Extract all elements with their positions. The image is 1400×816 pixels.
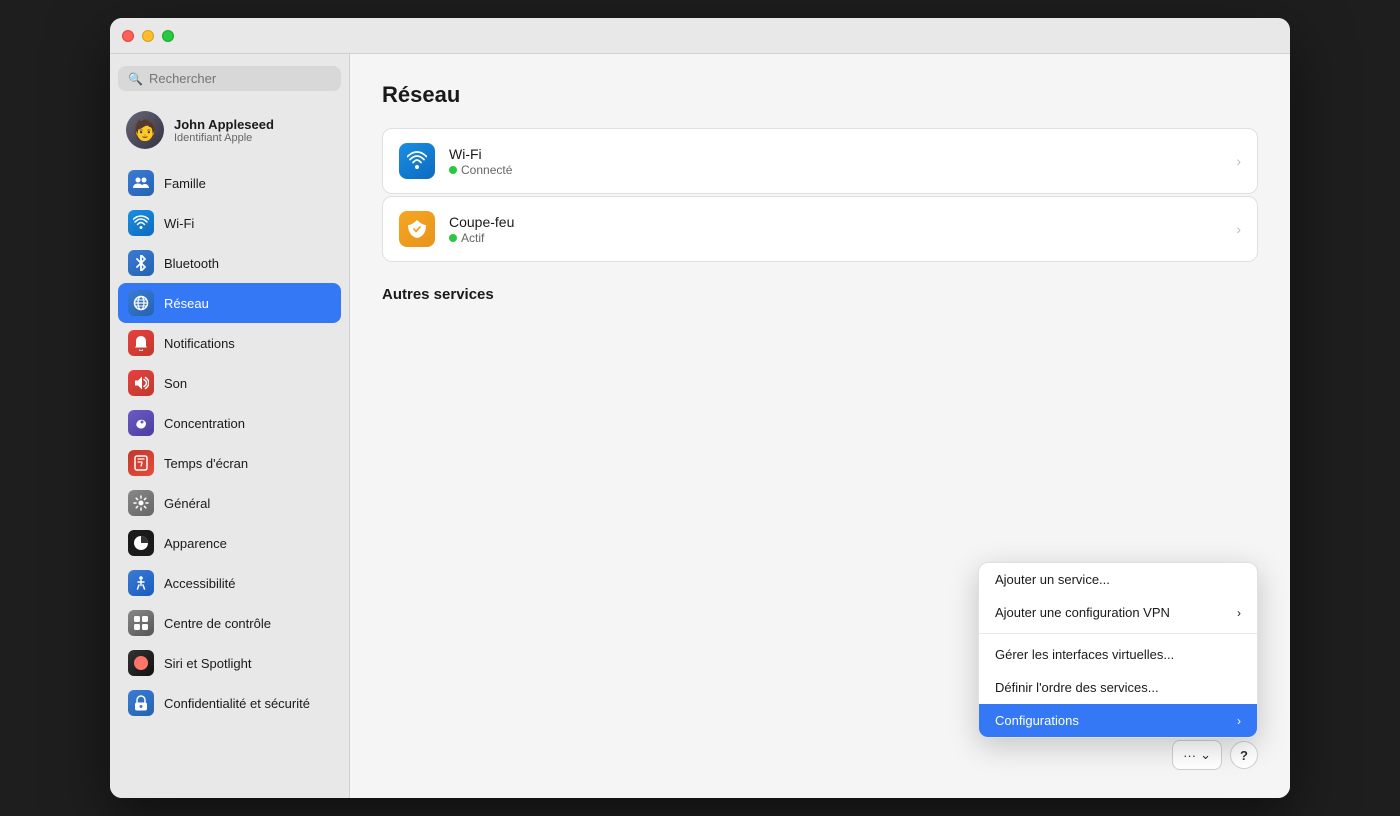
dots-label: ··· <box>1183 748 1196 763</box>
sidebar-label-siri: Siri et Spotlight <box>164 656 251 671</box>
wifi-service-status: Connecté <box>449 163 1236 177</box>
sidebar-label-apparence: Apparence <box>164 536 227 551</box>
sidebar-item-son[interactable]: Son <box>118 363 341 403</box>
siri-icon <box>128 650 154 676</box>
chevron-down-icon: ⌄ <box>1200 747 1211 763</box>
wifi-card-icon <box>399 143 435 179</box>
apparence-icon <box>128 530 154 556</box>
coupe-feu-status-dot <box>449 234 457 242</box>
sidebar-label-general: Général <box>164 496 210 511</box>
sidebar-item-centrecontrole[interactable]: Centre de contrôle <box>118 603 341 643</box>
sidebar-item-concentration[interactable]: Concentration <box>118 403 341 443</box>
reseau-icon <box>128 290 154 316</box>
ajouter-vpn-label: Ajouter une configuration VPN <box>995 605 1170 620</box>
sidebar-label-concentration: Concentration <box>164 416 245 431</box>
bottom-controls: ··· ⌄ ? <box>1172 740 1258 770</box>
sidebar-label-famille: Famille <box>164 176 206 191</box>
wifi-status-dot <box>449 166 457 174</box>
definir-ordre-label: Définir l'ordre des services... <box>995 680 1159 695</box>
dropdown-item-configurations[interactable]: Configurations › <box>979 704 1257 737</box>
avatar-emoji: 🧑 <box>133 118 158 143</box>
dropdown-menu: Ajouter un service... Ajouter une config… <box>978 562 1258 738</box>
sidebar-label-tempsecran: Temps d'écran <box>164 456 248 471</box>
sidebar-label-centrecontrole: Centre de contrôle <box>164 616 271 631</box>
page-title: Réseau <box>382 82 1258 108</box>
wifi-sidebar-icon <box>128 210 154 236</box>
sidebar-item-apparence[interactable]: Apparence <box>118 523 341 563</box>
coupe-feu-card-chevron: › <box>1236 221 1241 237</box>
sidebar-label-wifi: Wi-Fi <box>164 216 194 231</box>
wifi-service-info: Wi-Fi Connecté <box>449 146 1236 177</box>
sidebar-item-accessibilite[interactable]: Accessibilité <box>118 563 341 603</box>
notifications-icon <box>128 330 154 356</box>
sidebar-label-bluetooth: Bluetooth <box>164 256 219 271</box>
autres-services-title: Autres services <box>382 286 1258 303</box>
main-content: Réseau Wi-Fi Connecté <box>350 54 1290 798</box>
dropdown-divider-1 <box>979 633 1257 634</box>
wifi-service-name: Wi-Fi <box>449 146 1236 162</box>
coupe-feu-card-icon <box>399 211 435 247</box>
titlebar <box>110 18 1290 54</box>
search-box[interactable]: 🔍 <box>118 66 341 91</box>
dropdown-item-definir-ordre[interactable]: Définir l'ordre des services... <box>979 671 1257 704</box>
wifi-status-text: Connecté <box>461 163 512 177</box>
traffic-lights <box>122 30 174 42</box>
user-subtitle: Identifiant Apple <box>174 132 274 144</box>
gerer-interfaces-label: Gérer les interfaces virtuelles... <box>995 647 1174 662</box>
search-input[interactable] <box>149 71 331 86</box>
main-window: 🔍 🧑 John Appleseed Identifiant Apple <box>110 18 1290 798</box>
sidebar-item-general[interactable]: Général <box>118 483 341 523</box>
confidentialite-icon <box>128 690 154 716</box>
configurations-label: Configurations <box>995 713 1079 728</box>
content-area: 🔍 🧑 John Appleseed Identifiant Apple <box>110 54 1290 798</box>
sidebar-item-tempsecran[interactable]: Temps d'écran <box>118 443 341 483</box>
search-icon: 🔍 <box>128 72 143 86</box>
dropdown-item-ajouter-vpn[interactable]: Ajouter une configuration VPN › <box>979 596 1257 629</box>
sidebar-item-bluetooth[interactable]: Bluetooth <box>118 243 341 283</box>
concentration-icon <box>128 410 154 436</box>
sidebar-item-notifications[interactable]: Notifications <box>118 323 341 363</box>
tempsecran-icon <box>128 450 154 476</box>
sidebar-item-wifi[interactable]: Wi-Fi <box>118 203 341 243</box>
user-section[interactable]: 🧑 John Appleseed Identifiant Apple <box>118 105 341 155</box>
sidebar-label-accessibilite: Accessibilité <box>164 576 236 591</box>
coupe-feu-status-text: Actif <box>461 231 484 245</box>
sidebar-label-notifications: Notifications <box>164 336 235 351</box>
general-icon <box>128 490 154 516</box>
famille-icon <box>128 170 154 196</box>
wifi-card-chevron: › <box>1236 153 1241 169</box>
coupe-feu-service-info: Coupe-feu Actif <box>449 214 1236 245</box>
centrecontrole-icon <box>128 610 154 636</box>
maximize-button[interactable] <box>162 30 174 42</box>
coupe-feu-service-name: Coupe-feu <box>449 214 1236 230</box>
sidebar-label-confidentialite: Confidentialité et sécurité <box>164 696 310 711</box>
coupe-feu-service-status: Actif <box>449 231 1236 245</box>
ajouter-service-label: Ajouter un service... <box>995 572 1110 587</box>
son-icon <box>128 370 154 396</box>
user-info: John Appleseed Identifiant Apple <box>174 117 274 144</box>
configurations-submenu-arrow: › <box>1237 714 1241 728</box>
sidebar-item-reseau[interactable]: Réseau <box>118 283 341 323</box>
sidebar-item-siri[interactable]: Siri et Spotlight <box>118 643 341 683</box>
help-button[interactable]: ? <box>1230 741 1258 769</box>
user-name: John Appleseed <box>174 117 274 132</box>
wifi-service-card[interactable]: Wi-Fi Connecté › <box>382 128 1258 194</box>
sidebar: 🔍 🧑 John Appleseed Identifiant Apple <box>110 54 350 798</box>
dropdown-item-ajouter-service[interactable]: Ajouter un service... <box>979 563 1257 596</box>
bluetooth-icon <box>128 250 154 276</box>
accessibilite-icon <box>128 570 154 596</box>
sidebar-label-son: Son <box>164 376 187 391</box>
sidebar-label-reseau: Réseau <box>164 296 209 311</box>
dropdown-item-gerer-interfaces[interactable]: Gérer les interfaces virtuelles... <box>979 638 1257 671</box>
coupe-feu-service-card[interactable]: Coupe-feu Actif › <box>382 196 1258 262</box>
more-options-button[interactable]: ··· ⌄ <box>1172 740 1222 770</box>
minimize-button[interactable] <box>142 30 154 42</box>
help-label: ? <box>1240 748 1248 763</box>
close-button[interactable] <box>122 30 134 42</box>
sidebar-item-confidentialite[interactable]: Confidentialité et sécurité <box>118 683 341 723</box>
sidebar-item-famille[interactable]: Famille <box>118 163 341 203</box>
vpn-submenu-arrow: › <box>1237 606 1241 620</box>
avatar: 🧑 <box>126 111 164 149</box>
